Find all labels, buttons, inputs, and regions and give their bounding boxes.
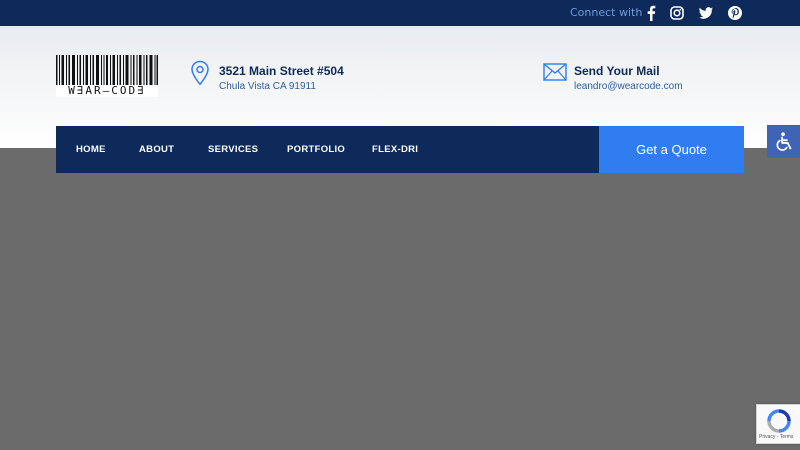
main-nav: HOME ABOUT SERVICES PORTFOLIO FLEX-DRI (56, 126, 599, 173)
connect-with-label: Connect with (570, 6, 643, 19)
accessibility-button[interactable] (767, 125, 800, 158)
nav-item-home[interactable]: HOME (76, 144, 106, 155)
email-link[interactable]: leandro@wearcode.com (574, 81, 683, 92)
nav-item-portfolio[interactable]: PORTFOLIO (287, 144, 345, 155)
address-subtitle: Chula Vista CA 91911 (219, 81, 316, 92)
envelope-icon (543, 63, 567, 81)
address-title: 3521 Main Street #504 (219, 64, 344, 78)
nav-item-services[interactable]: SERVICES (208, 144, 258, 155)
wheelchair-icon (776, 131, 791, 151)
nav-item-about[interactable]: ABOUT (139, 144, 174, 155)
nav-item-flex-dri[interactable]: FLEX-DRI (372, 144, 418, 155)
facebook-icon[interactable] (643, 5, 659, 21)
mail-title: Send Your Mail (574, 64, 660, 78)
logo-text: W∃AR—COD∃ (56, 85, 158, 97)
location-pin-icon (189, 60, 211, 86)
recaptcha-terms[interactable]: Privacy - Terms (759, 434, 793, 440)
top-bar: Connect with (0, 0, 800, 26)
get-a-quote-button[interactable]: Get a Quote (599, 126, 744, 173)
pinterest-icon[interactable] (727, 5, 743, 21)
site-logo[interactable]: W∃AR—COD∃ (56, 55, 158, 99)
instagram-icon[interactable] (669, 5, 685, 21)
recaptcha-icon (767, 409, 791, 433)
twitter-icon[interactable] (698, 5, 714, 21)
recaptcha-badge[interactable]: Privacy - Terms (756, 404, 800, 444)
